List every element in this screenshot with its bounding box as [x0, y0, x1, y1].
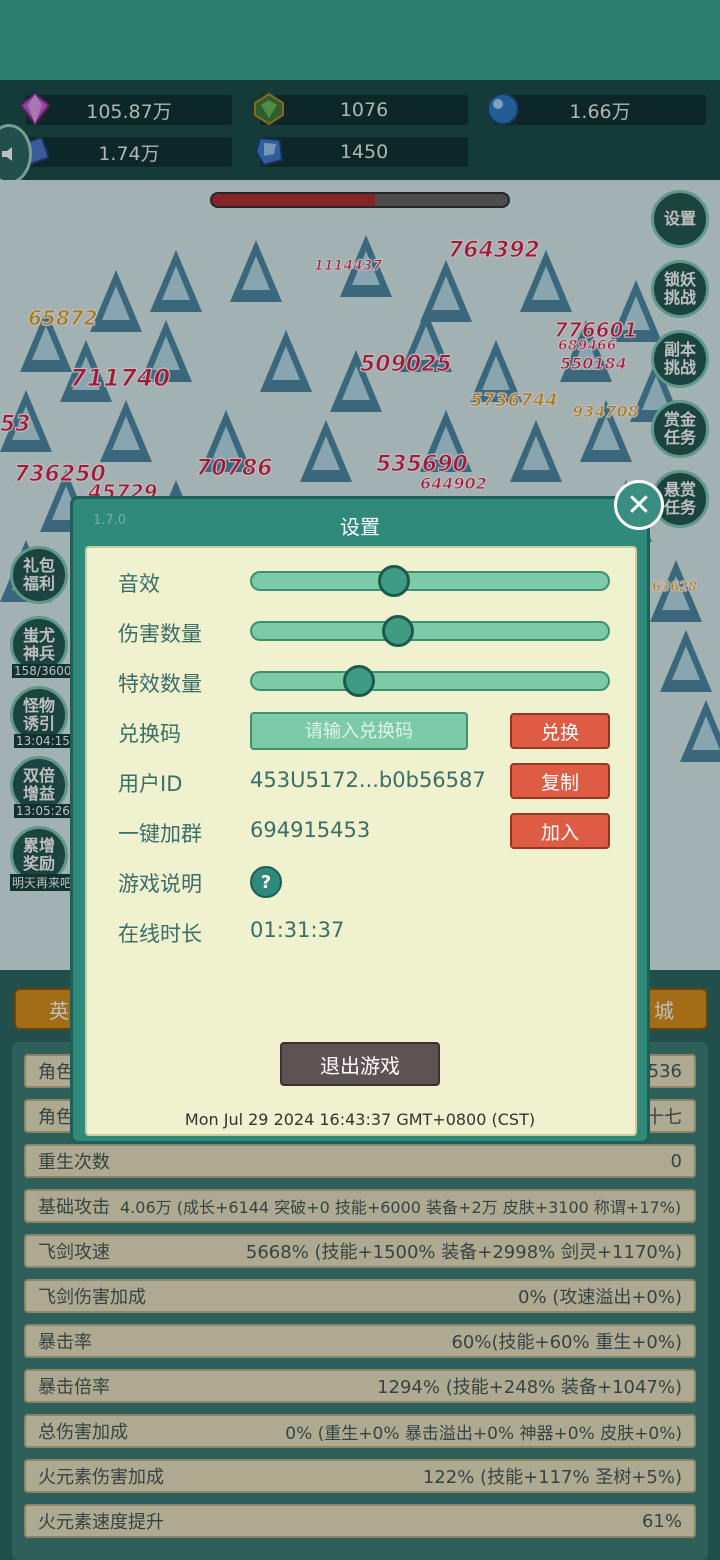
sound-label: 音效 [118, 572, 160, 596]
help-icon[interactable]: ? [250, 866, 282, 898]
join-group-label: 一键加群 [118, 822, 202, 846]
sound-slider[interactable] [250, 565, 610, 597]
user-id-value: 453U5172...b0b56587 [250, 768, 486, 792]
copy-button[interactable]: 复制 [510, 763, 610, 799]
online-time-label: 在线时长 [118, 922, 202, 946]
redeem-button[interactable]: 兑换 [510, 713, 610, 749]
effect-count-label: 特效数量 [118, 672, 202, 696]
damage-count-label: 伤害数量 [118, 622, 202, 646]
damage-count-slider[interactable] [250, 615, 610, 647]
join-button[interactable]: 加入 [510, 813, 610, 849]
redeem-code-input[interactable] [250, 712, 468, 750]
close-icon: ✕ [626, 487, 652, 523]
online-time-value: 01:31:37 [250, 918, 345, 942]
user-id-label: 用户ID [118, 772, 183, 796]
group-id-value: 694915453 [250, 818, 371, 842]
exit-game-button[interactable]: 退出游戏 [280, 1042, 440, 1086]
game-help-label: 游戏说明 [118, 872, 202, 896]
effect-count-slider[interactable] [250, 665, 610, 697]
damage-count-slider-knob[interactable] [381, 615, 414, 647]
close-button[interactable]: ✕ [614, 480, 664, 530]
dialog-title: 设置 [340, 515, 380, 539]
current-datetime: Mon Jul 29 2024 16:43:37 GMT+0800 (CST) [184, 1110, 536, 1129]
redeem-code-label: 兑换码 [118, 722, 181, 746]
effect-count-slider-knob[interactable] [342, 665, 375, 697]
